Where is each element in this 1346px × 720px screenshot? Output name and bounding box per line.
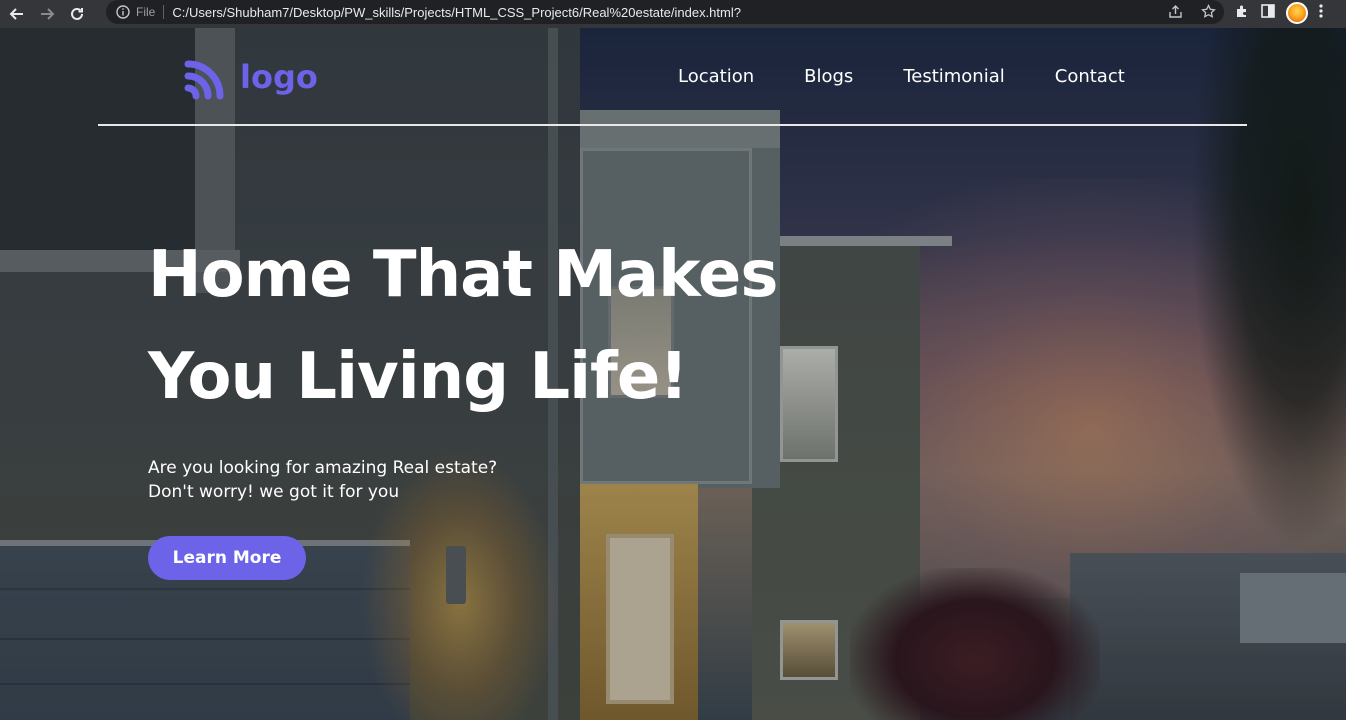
menu-dots-icon[interactable] [1318, 3, 1324, 23]
omnibox-separator [163, 5, 165, 19]
hero-subtitle: Are you looking for amazing Real estate?… [148, 458, 498, 502]
logo[interactable]: logo [184, 54, 318, 100]
main-nav: Location Blogs Testimonial Contact [678, 66, 1125, 87]
site-header: logo Location Blogs Testimonial Contact [0, 28, 1346, 128]
forward-arrow-icon[interactable] [34, 3, 60, 25]
extensions-icon[interactable] [1234, 3, 1250, 23]
nav-contact[interactable]: Contact [1055, 66, 1125, 87]
hero-title: Home That Makes You Living Life! [148, 224, 848, 428]
learn-more-button[interactable]: Learn More [148, 536, 306, 580]
hero-title-line-2: You Living Life! [148, 340, 688, 414]
nav-testimonial[interactable]: Testimonial [903, 66, 1004, 87]
file-label: File [136, 5, 156, 19]
star-icon[interactable] [1201, 3, 1216, 23]
header-divider [98, 124, 1247, 126]
page-viewport: logo Location Blogs Testimonial Contact … [0, 28, 1346, 720]
info-icon[interactable] [116, 5, 130, 19]
logo-text: logo [240, 58, 318, 96]
nav-location[interactable]: Location [678, 66, 754, 87]
share-icon[interactable] [1168, 4, 1183, 23]
hero-title-line-1: Home That Makes [148, 238, 778, 312]
url-text[interactable]: C:/Users/Shubham7/Desktop/PW_skills/Proj… [172, 5, 741, 20]
address-bar[interactable]: File C:/Users/Shubham7/Desktop/PW_skills… [106, 0, 1224, 24]
side-panel-icon[interactable] [1260, 3, 1276, 23]
nav-blogs[interactable]: Blogs [804, 66, 853, 87]
back-arrow-icon[interactable] [4, 3, 30, 25]
reload-icon[interactable] [64, 3, 90, 25]
browser-toolbar: File C:/Users/Shubham7/Desktop/PW_skills… [0, 0, 1346, 28]
wifi-logo-icon [184, 60, 224, 100]
hero-section: Home That Makes You Living Life! Are you… [148, 224, 848, 580]
avatar[interactable] [1286, 2, 1308, 24]
